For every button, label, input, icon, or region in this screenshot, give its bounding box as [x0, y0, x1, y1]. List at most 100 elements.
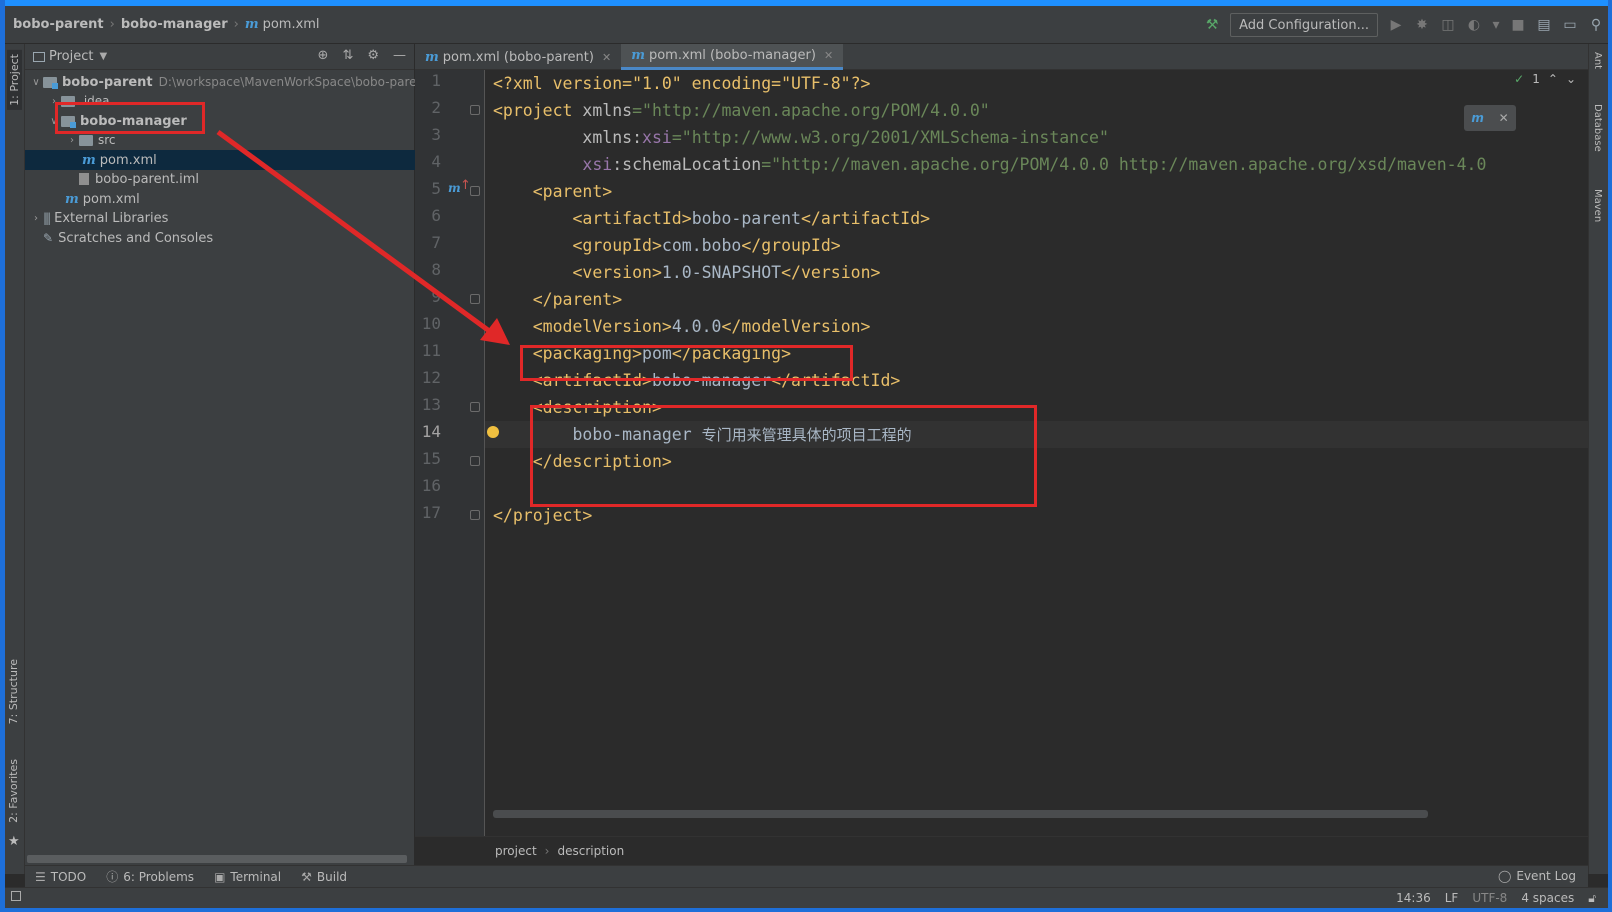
- chevron-right-icon[interactable]: ›: [29, 213, 43, 224]
- tree-item-iml[interactable]: bobo-parent.iml: [65, 169, 199, 189]
- tree-item-bobo-parent[interactable]: ∨ bobo-parent D:\workspace\MavenWorkSpac…: [29, 72, 421, 92]
- lock-icon[interactable]: 🔓︎: [1588, 891, 1596, 906]
- tree-item-scratches[interactable]: ✎ Scratches and Consoles: [29, 228, 213, 248]
- problems-button[interactable]: ⓘ 6: Problems: [106, 868, 194, 885]
- breadcrumb-project[interactable]: project: [495, 844, 537, 858]
- todo-button[interactable]: ☰ TODO: [35, 870, 86, 884]
- code-line-3: xmlns:xsi="http://www.w3.org/2001/XMLSch…: [493, 124, 1109, 151]
- fold-marker-icon[interactable]: [470, 105, 480, 115]
- presentation-icon[interactable]: ▭: [1562, 17, 1578, 33]
- tab-label: pom.xml (bobo-manager): [648, 48, 816, 63]
- tab-structure[interactable]: 7: Structure: [7, 659, 20, 724]
- coverage-icon[interactable]: ◫: [1440, 17, 1456, 33]
- nav-crumb-project[interactable]: bobo-parent: [13, 17, 104, 32]
- collapse-all-icon[interactable]: ⇅: [342, 48, 353, 63]
- tree-item-external-libraries[interactable]: › ||| External Libraries: [29, 208, 168, 228]
- code-line-1: <?xml version="1.0" encoding="UTF-8"?>: [493, 70, 871, 97]
- close-icon[interactable]: ✕: [1499, 111, 1509, 125]
- tab-favorites[interactable]: 2: Favorites: [7, 759, 20, 823]
- line-number: 8: [431, 260, 441, 279]
- indent-setting[interactable]: 4 spaces: [1521, 891, 1574, 906]
- library-icon: |||: [43, 211, 51, 225]
- event-log-button[interactable]: ◯ Event Log: [1498, 869, 1576, 883]
- debug-icon[interactable]: ✸: [1414, 17, 1430, 33]
- maven-reload-icon[interactable]: m: [1471, 111, 1484, 125]
- nav-crumb-module[interactable]: bobo-manager: [121, 17, 228, 32]
- run-icon[interactable]: ▶: [1388, 17, 1404, 33]
- tree-horizontal-scrollbar[interactable]: [27, 855, 407, 863]
- tag-close: </artifactId>: [800, 209, 931, 228]
- stop-icon[interactable]: ■: [1510, 17, 1526, 33]
- hammer-icon: ⚒: [301, 869, 312, 884]
- chevron-down-icon[interactable]: ⌄: [1566, 72, 1576, 86]
- project-panel-header: Project ▼ ⊕ ⇅ ⚙ —: [25, 44, 414, 70]
- search-icon[interactable]: ⚲: [1588, 17, 1604, 33]
- tag: </project>: [493, 506, 593, 525]
- caret-position[interactable]: 14:36: [1396, 891, 1431, 906]
- editor-horizontal-scrollbar[interactable]: [493, 810, 1428, 818]
- checkmark-icon: ✓: [1514, 72, 1525, 86]
- project-panel: Project ▼ ⊕ ⇅ ⚙ — ∨ bobo-parent D:\works…: [25, 44, 422, 865]
- tag-text: 1.0-SNAPSHOT: [661, 263, 782, 282]
- chevron-up-icon[interactable]: ⌃: [1548, 72, 1558, 86]
- file-encoding[interactable]: UTF-8: [1472, 891, 1507, 906]
- fold-marker-icon[interactable]: [470, 456, 480, 466]
- fold-marker-icon[interactable]: [470, 402, 480, 412]
- fold-marker-icon[interactable]: [470, 294, 480, 304]
- tree-item-pom-parent[interactable]: m pom.xml: [65, 189, 140, 209]
- tab-pom-bobo-parent[interactable]: m pom.xml (bobo-parent) ✕: [415, 44, 621, 70]
- fold-marker-icon[interactable]: [470, 186, 480, 196]
- line-number: 1: [431, 71, 441, 90]
- tool-window-bar: ☰ TODO ⓘ 6: Problems ▣ Terminal ⚒ Build ◯ Eve…: [25, 865, 1588, 887]
- line-number: 14: [421, 422, 441, 441]
- code-line-5: <parent>: [493, 178, 612, 205]
- terminal-icon: ▣: [214, 869, 226, 884]
- tree-label: pom.xml: [99, 152, 157, 168]
- tab-database[interactable]: Database: [1592, 104, 1603, 152]
- code-line-8: <version>1.0-SNAPSHOT</version>: [493, 259, 880, 286]
- maven-parent-gutter-icon[interactable]: m: [448, 181, 461, 195]
- tab-maven[interactable]: Maven: [1592, 189, 1603, 222]
- chevron-down-icon[interactable]: ∨: [29, 77, 43, 88]
- locate-icon[interactable]: ⊕: [318, 48, 329, 63]
- nav-crumb-file[interactable]: pom.xml: [263, 17, 320, 32]
- inspections-widget[interactable]: ✓ 1 ⌃ ⌄: [1514, 72, 1576, 86]
- chevron-right-icon[interactable]: ›: [65, 135, 79, 146]
- arrow-up-icon[interactable]: ↑: [460, 178, 471, 193]
- hammer-build-icon[interactable]: ⚒: [1204, 17, 1220, 33]
- code-line-9: </parent>: [493, 286, 622, 313]
- tab-project[interactable]: 1: Project: [7, 50, 22, 110]
- line-number: 2: [431, 98, 441, 117]
- close-icon[interactable]: ✕: [602, 51, 611, 64]
- left-tool-stripe: 1: Project 7: Structure 2: Favorites ★: [5, 44, 25, 874]
- line-separator[interactable]: LF: [1445, 891, 1459, 906]
- line-number: 11: [421, 341, 441, 360]
- maven-file-icon: m: [425, 49, 439, 65]
- add-configuration-button[interactable]: Add Configuration...: [1230, 13, 1378, 37]
- tab-pom-bobo-manager[interactable]: m pom.xml (bobo-manager) ✕: [621, 44, 844, 70]
- maven-file-icon: m: [631, 48, 645, 63]
- tree-item-pom-manager[interactable]: m pom.xml: [25, 150, 415, 170]
- project-panel-title[interactable]: Project: [49, 49, 93, 64]
- chevron-right-icon: ›: [233, 17, 239, 32]
- window-frame-left: [0, 0, 5, 912]
- gear-icon[interactable]: ⚙: [367, 48, 379, 63]
- profile-icon[interactable]: ◐: [1466, 17, 1482, 33]
- minimize-icon[interactable]: —: [393, 48, 406, 63]
- fold-marker-icon[interactable]: [470, 510, 480, 520]
- line-number: 12: [421, 368, 441, 387]
- dropdown-icon[interactable]: ▾: [1492, 17, 1500, 33]
- project-structure-icon[interactable]: ▤: [1536, 17, 1552, 33]
- terminal-button[interactable]: ▣ Terminal: [214, 870, 281, 884]
- build-button[interactable]: ⚒ Build: [301, 870, 347, 884]
- line-number: 15: [421, 449, 441, 468]
- build-label: Build: [316, 869, 348, 884]
- code-line-2: <project xmlns="http://maven.apache.org/…: [493, 97, 990, 124]
- tag-open: <modelVersion>: [493, 317, 672, 336]
- close-icon[interactable]: ✕: [824, 49, 833, 62]
- tool-windows-toggle-icon[interactable]: [11, 891, 21, 901]
- chevron-down-icon[interactable]: ▼: [99, 51, 107, 62]
- tab-ant[interactable]: Ant: [1592, 52, 1603, 69]
- chevron-right-icon: ›: [544, 844, 550, 858]
- breadcrumb-description[interactable]: description: [557, 844, 624, 858]
